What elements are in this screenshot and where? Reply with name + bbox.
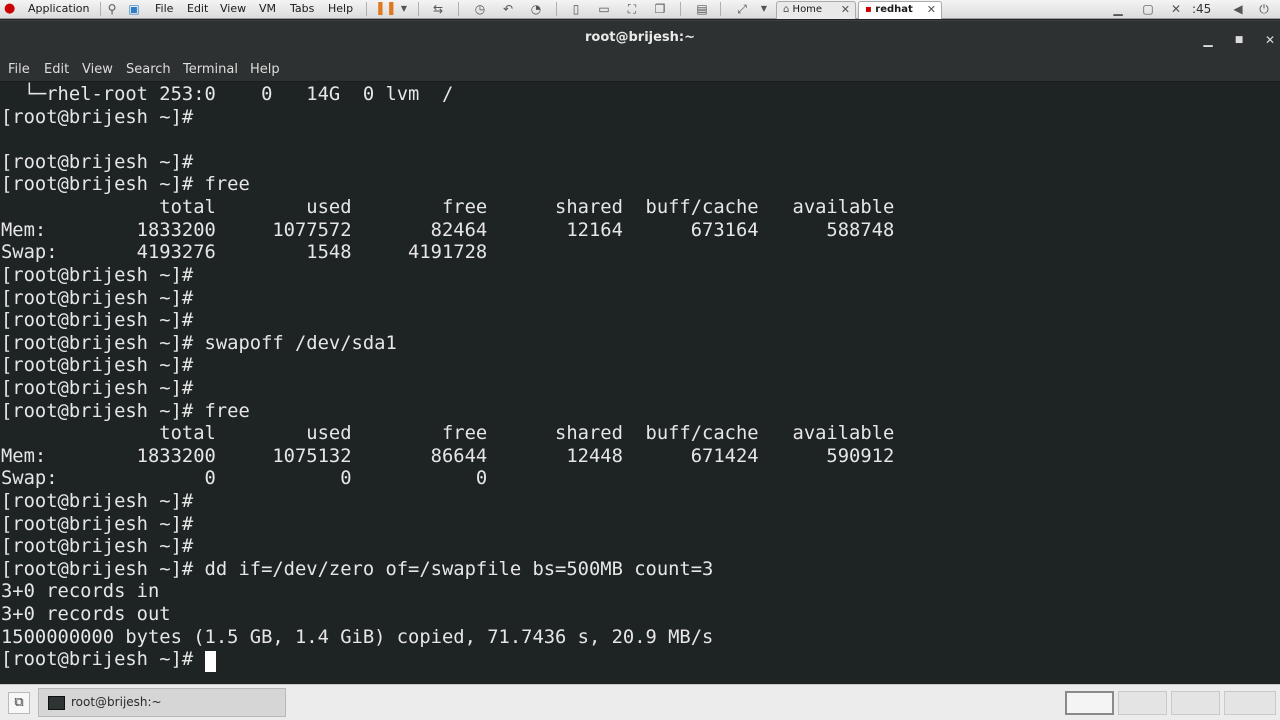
- minimize-icon[interactable]: ▁: [1198, 30, 1218, 50]
- clock: :45: [1192, 2, 1212, 16]
- minimize-host-icon[interactable]: ▁: [1110, 0, 1126, 19]
- terminal-line: Swap: 0 0 0: [1, 468, 488, 489]
- dropdown-arrow-icon[interactable]: ▼: [756, 0, 772, 19]
- unity-icon[interactable]: ❐: [652, 0, 668, 19]
- snapshot-icon[interactable]: ◷: [472, 0, 488, 19]
- terminal-line: [root@brijesh ~]#: [1, 378, 194, 399]
- redhat-logo-icon: ●: [4, 1, 16, 16]
- full-screen-icon[interactable]: ⛶: [624, 0, 640, 19]
- terminal-output[interactable]: └─rhel-root 253:0 0 14G 0 lvm / [root@br…: [0, 82, 1280, 684]
- menu-edit[interactable]: Edit: [44, 62, 69, 77]
- maximize-host-icon[interactable]: ▢: [1140, 0, 1156, 19]
- terminal-line: [root@brijesh ~]# free: [1, 401, 250, 422]
- terminal-line: [root@brijesh ~]#: [1, 152, 194, 173]
- window-title: root@brijesh:~: [584, 30, 696, 45]
- vm-menu-help[interactable]: Help: [328, 0, 353, 19]
- console-icon[interactable]: ▤: [694, 0, 710, 19]
- terminal-line: [root@brijesh ~]#: [1, 310, 194, 331]
- pin-icon[interactable]: ⚲: [104, 0, 120, 19]
- maximize-icon[interactable]: ■: [1229, 30, 1249, 50]
- taskbar: ⧉ root@brijesh:~: [0, 684, 1280, 720]
- terminal-line: Mem: 1833200 1075132 86644 12448 671424 …: [1, 446, 895, 467]
- workspace-2[interactable]: [1118, 691, 1167, 715]
- home-icon: ⌂: [783, 4, 790, 15]
- vm-menu-view[interactable]: View: [220, 0, 246, 19]
- menu-help[interactable]: Help: [250, 62, 280, 77]
- send-ctrl-alt-del-icon[interactable]: ⇆: [430, 0, 446, 19]
- tab-home[interactable]: ⌂ Home ✕: [776, 1, 856, 19]
- vm-menu-file[interactable]: File: [155, 0, 173, 19]
- terminal-line: total used free shared buff/cache availa…: [1, 423, 895, 444]
- power-icon[interactable]: ⏻: [1256, 0, 1272, 19]
- close-tab-icon[interactable]: ✕: [927, 2, 936, 18]
- volume-icon[interactable]: ◀: [1230, 0, 1246, 19]
- vm-icon: ▪: [865, 4, 872, 15]
- toolbar-separator: [720, 2, 721, 16]
- snapshot-manager-icon[interactable]: ◔: [528, 0, 544, 19]
- toolbar-separator: [458, 2, 459, 16]
- vm-menu-vm[interactable]: VM: [259, 0, 276, 19]
- toolbar-separator: [680, 2, 681, 16]
- terminal-menubar: File Edit View Search Terminal Help: [0, 58, 1280, 82]
- thumbnail-icon[interactable]: ▭: [596, 0, 612, 19]
- vm-library-icon[interactable]: ▣: [126, 0, 142, 19]
- terminal-line: [root@brijesh ~]#: [1, 514, 194, 535]
- terminal-line: [root@brijesh ~]#: [1, 288, 194, 309]
- terminal-line: Swap: 4193276 1548 4191728: [1, 242, 488, 263]
- terminal-titlebar: root@brijesh:~ ▁ ■ ✕: [0, 20, 1280, 58]
- vm-menu-tabs[interactable]: Tabs: [290, 0, 314, 19]
- taskbar-item-terminal[interactable]: root@brijesh:~: [38, 688, 286, 717]
- menu-search[interactable]: Search: [126, 62, 171, 77]
- terminal-line: └─rhel-root 253:0 0 14G 0 lvm /: [1, 84, 454, 105]
- terminal-prompt-line: [root@brijesh ~]#: [1, 649, 205, 670]
- close-icon[interactable]: ✕: [1260, 30, 1280, 50]
- toolbar-separator: [366, 2, 367, 16]
- pause-icon[interactable]: ❚❚: [375, 0, 397, 19]
- toolbar-separator: [556, 2, 557, 16]
- tab-redhat-label: redhat: [875, 4, 913, 15]
- terminal-line: [root@brijesh ~]#: [1, 491, 194, 512]
- vmware-toolbar: ● Application ⚲ ▣ File Edit View VM Tabs…: [0, 0, 1280, 19]
- vm-menu-edit[interactable]: Edit: [187, 0, 208, 19]
- workspace-3[interactable]: [1171, 691, 1220, 715]
- close-tab-icon[interactable]: ✕: [841, 2, 850, 18]
- applications-menu[interactable]: Application: [28, 0, 89, 19]
- menu-terminal[interactable]: Terminal: [183, 62, 238, 77]
- toolbar-separator: [100, 2, 101, 16]
- toolbar-separator: [418, 2, 419, 16]
- show-desktop-icon[interactable]: ⧉: [8, 692, 30, 714]
- terminal-line: [root@brijesh ~]# dd if=/dev/zero of=/sw…: [1, 559, 714, 580]
- terminal-line: 3+0 records out: [1, 604, 171, 625]
- terminal-icon: [48, 696, 65, 710]
- terminal-line: 3+0 records in: [1, 581, 160, 602]
- close-host-icon[interactable]: ✕: [1168, 0, 1184, 19]
- show-sidebar-icon[interactable]: ▯: [568, 0, 584, 19]
- menu-file[interactable]: File: [8, 62, 30, 77]
- revert-snapshot-icon[interactable]: ↶: [500, 0, 516, 19]
- stretch-guest-icon[interactable]: ⤢: [734, 0, 750, 19]
- terminal-line: [root@brijesh ~]# free: [1, 174, 250, 195]
- menu-view[interactable]: View: [82, 62, 113, 77]
- terminal-line: 1500000000 bytes (1.5 GB, 1.4 GiB) copie…: [1, 627, 714, 648]
- tab-redhat[interactable]: ▪ redhat ✕: [858, 1, 942, 19]
- workspace-1[interactable]: [1065, 691, 1114, 715]
- dropdown-arrow-icon[interactable]: ▼: [396, 0, 412, 19]
- terminal-line: [root@brijesh ~]#: [1, 536, 194, 557]
- text-cursor: [205, 651, 216, 672]
- tab-home-label: Home: [792, 4, 823, 15]
- terminal-line: [root@brijesh ~]#: [1, 265, 194, 286]
- taskbar-item-label: root@brijesh:~: [71, 695, 162, 709]
- terminal-line: [root@brijesh ~]#: [1, 107, 194, 128]
- terminal-line: total used free shared buff/cache availa…: [1, 197, 895, 218]
- terminal-line: [root@brijesh ~]# swapoff /dev/sda1: [1, 333, 397, 354]
- workspace-4[interactable]: [1224, 691, 1276, 715]
- terminal-line: [root@brijesh ~]#: [1, 355, 194, 376]
- terminal-line: Mem: 1833200 1077572 82464 12164 673164 …: [1, 220, 895, 241]
